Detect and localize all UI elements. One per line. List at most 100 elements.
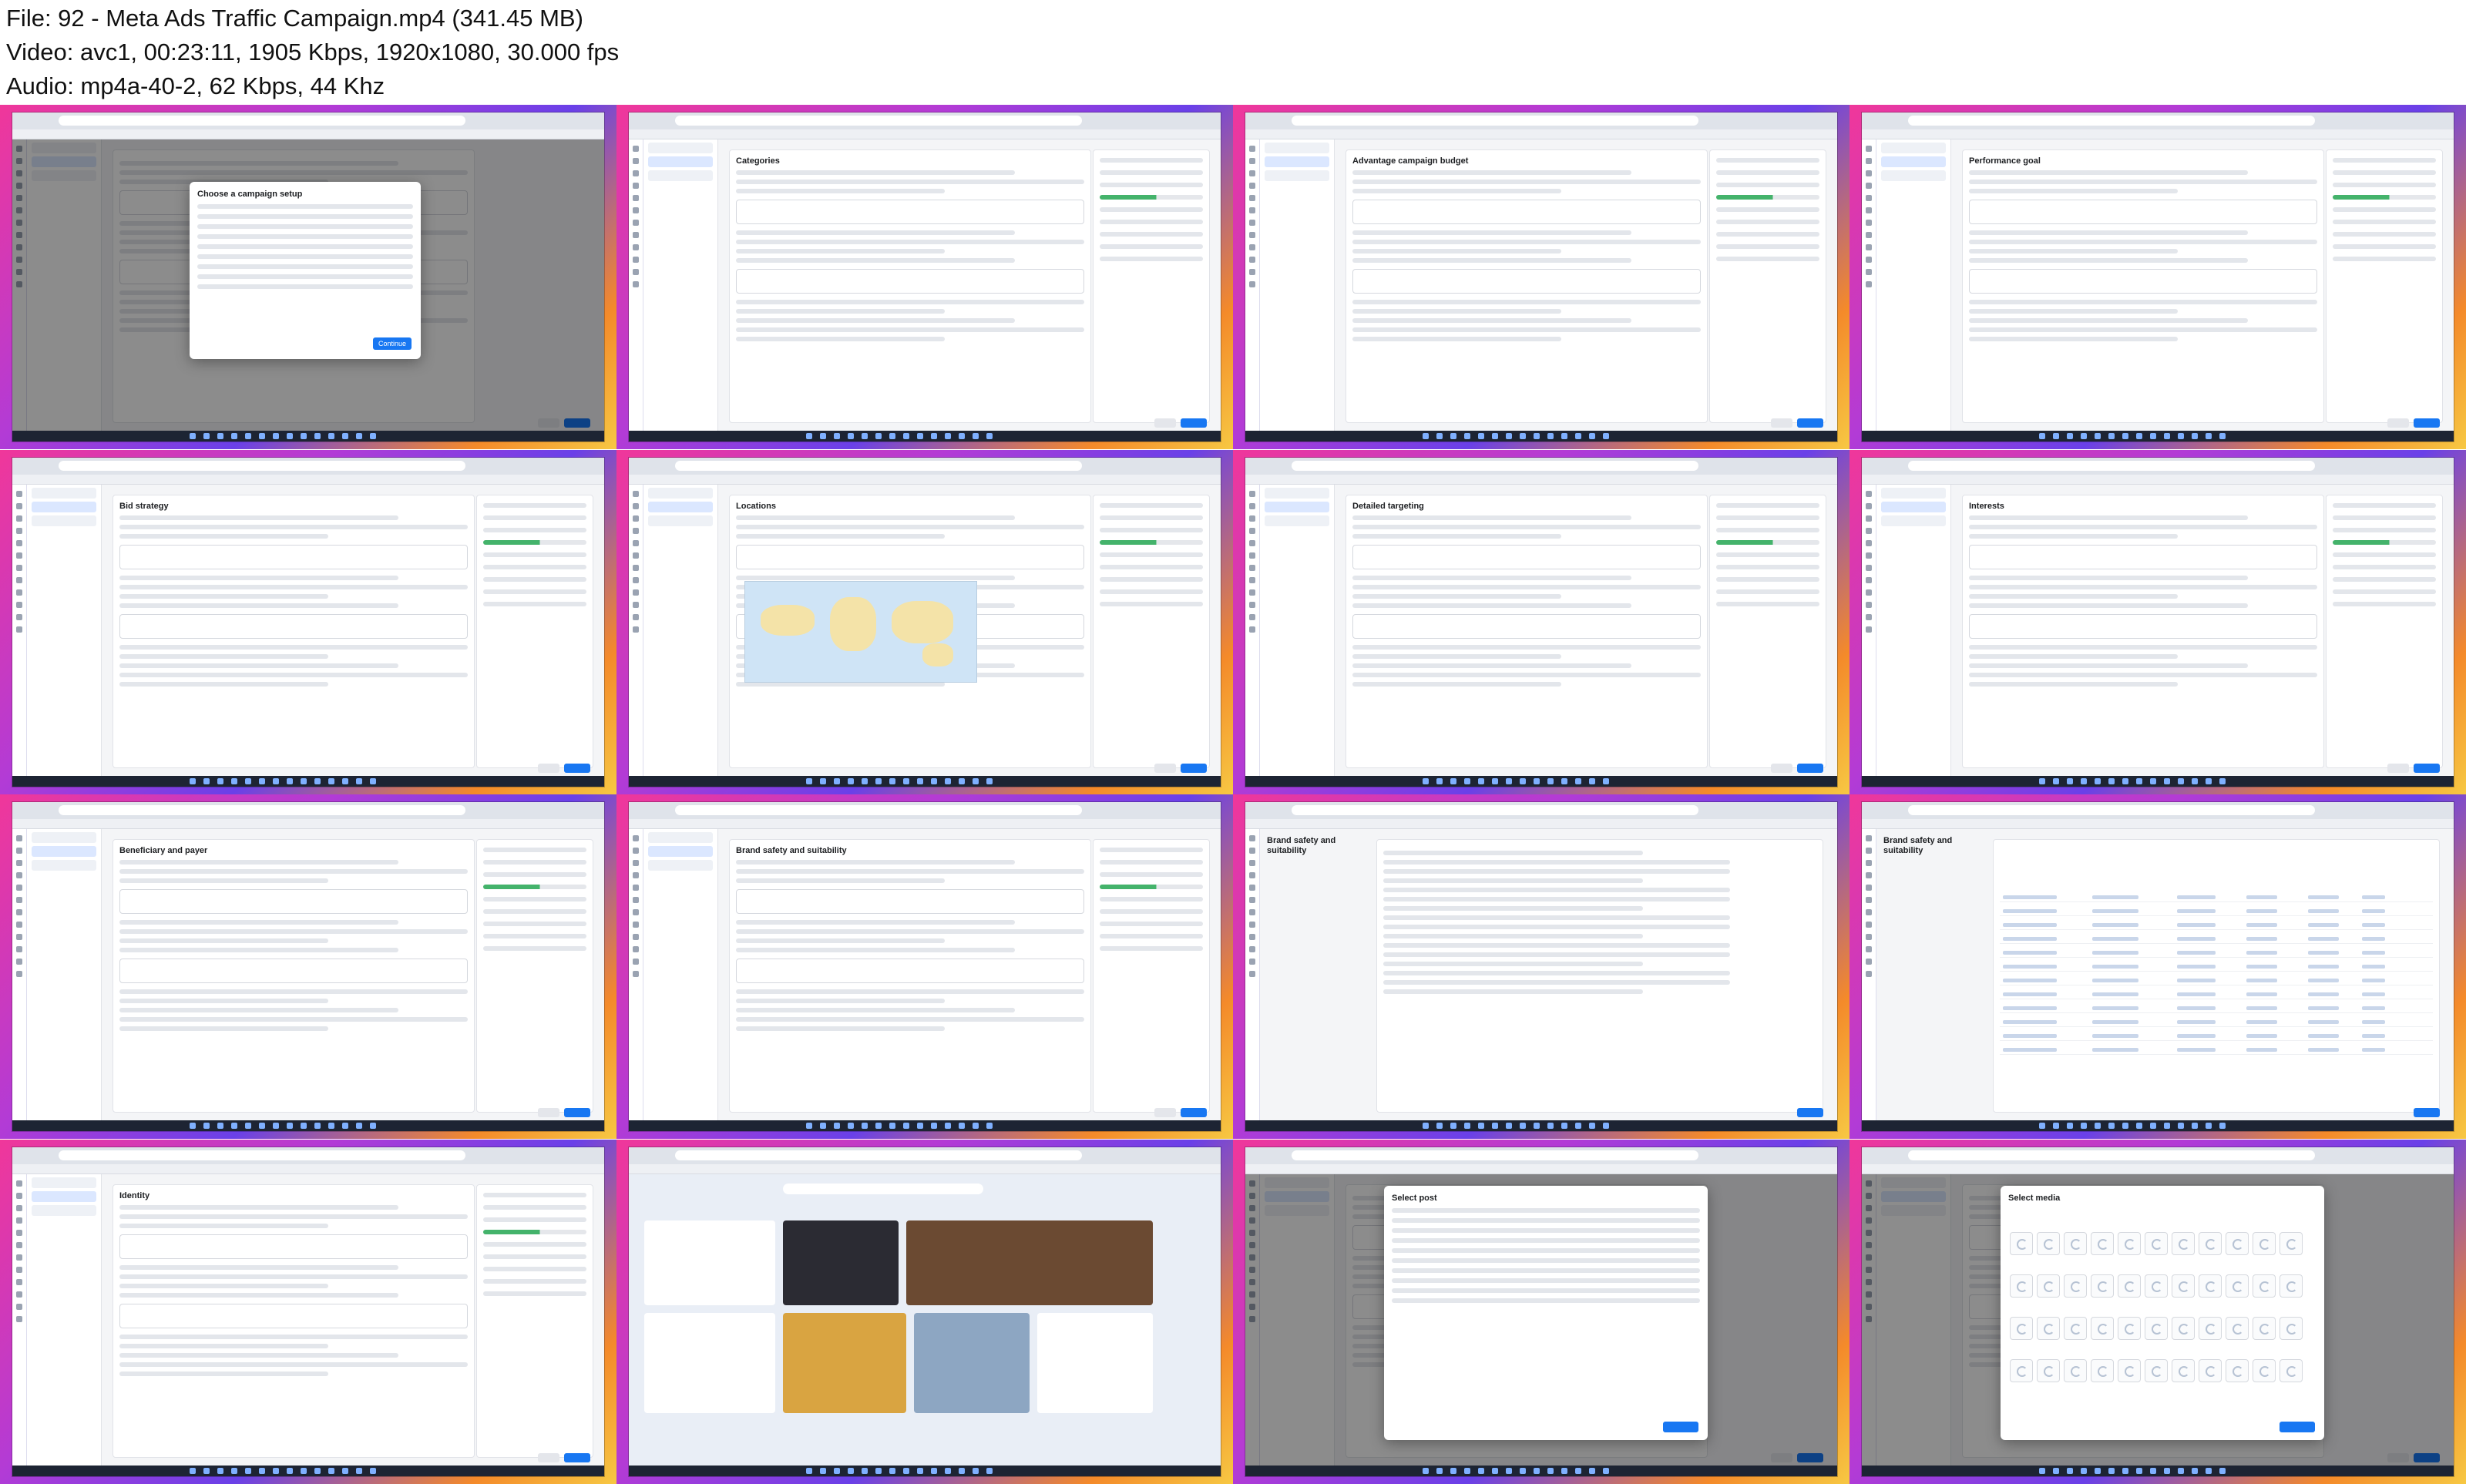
nav-icon[interactable] xyxy=(1249,220,1255,226)
nav-icon[interactable] xyxy=(16,515,22,522)
next-button[interactable] xyxy=(1797,418,1823,428)
taskbar-app-icon[interactable] xyxy=(2192,1123,2198,1129)
taskbar-app-icon[interactable] xyxy=(328,1467,334,1474)
next-button[interactable] xyxy=(564,1452,590,1462)
taskbar-app-icon[interactable] xyxy=(1589,1123,1595,1129)
taskbar-app-icon[interactable] xyxy=(875,1467,882,1474)
campaign-tree-item[interactable] xyxy=(648,832,713,843)
taskbar-app-icon[interactable] xyxy=(2219,777,2226,784)
search-bar[interactable] xyxy=(783,1183,983,1194)
taskbar-app-icon[interactable] xyxy=(2122,433,2128,439)
media-thumbnail[interactable] xyxy=(2010,1274,2033,1298)
taskbar-app-icon[interactable] xyxy=(1589,777,1595,784)
taskbar-app-icon[interactable] xyxy=(2219,433,2226,439)
back-button[interactable] xyxy=(1771,418,1792,428)
taskbar-app-icon[interactable] xyxy=(806,1467,812,1474)
taskbar-app-icon[interactable] xyxy=(1561,777,1567,784)
nav-icon[interactable] xyxy=(1866,146,1872,152)
taskbar-app-icon[interactable] xyxy=(875,777,882,784)
media-thumbnail[interactable] xyxy=(2145,1274,2168,1298)
campaign-tree-item[interactable] xyxy=(1881,156,1946,167)
nav-icon[interactable] xyxy=(16,576,22,583)
address-bar[interactable] xyxy=(675,805,1082,815)
media-thumbnail[interactable] xyxy=(2010,1358,2033,1382)
nav-icon[interactable] xyxy=(1249,269,1255,275)
nav-icon[interactable] xyxy=(1866,207,1872,213)
media-thumbnail[interactable] xyxy=(2145,1316,2168,1340)
nav-icon[interactable] xyxy=(1866,626,1872,633)
nav-icon[interactable] xyxy=(633,502,639,509)
taskbar-app-icon[interactable] xyxy=(2053,1123,2059,1129)
taskbar-app-icon[interactable] xyxy=(834,1123,840,1129)
taskbar-app-icon[interactable] xyxy=(986,777,993,784)
taskbar-app-icon[interactable] xyxy=(917,777,923,784)
nav-icon[interactable] xyxy=(633,885,639,891)
taskbar-app-icon[interactable] xyxy=(973,777,979,784)
address-bar[interactable] xyxy=(675,460,1082,471)
taskbar-app-icon[interactable] xyxy=(1423,1467,1429,1474)
form-field[interactable] xyxy=(1969,200,2317,224)
nav-icon[interactable] xyxy=(1866,946,1872,952)
taskbar-app-icon[interactable] xyxy=(1506,1123,1512,1129)
taskbar-app-icon[interactable] xyxy=(2039,1467,2045,1474)
nav-icon[interactable] xyxy=(16,1217,22,1224)
media-thumbnail[interactable] xyxy=(2010,1231,2033,1255)
media-thumbnail[interactable] xyxy=(2226,1316,2249,1340)
table-row[interactable] xyxy=(2000,908,2433,916)
taskbar-app-icon[interactable] xyxy=(2136,433,2142,439)
taskbar-app-icon[interactable] xyxy=(1547,1123,1554,1129)
taskbar-app-icon[interactable] xyxy=(259,777,265,784)
taskbar-app-icon[interactable] xyxy=(806,1123,812,1129)
nav-icon[interactable] xyxy=(1866,589,1872,596)
nav-icon[interactable] xyxy=(633,576,639,583)
form-field[interactable] xyxy=(119,544,468,569)
taskbar-app-icon[interactable] xyxy=(2192,777,2198,784)
nav-icon[interactable] xyxy=(633,195,639,201)
address-bar[interactable] xyxy=(1292,460,1698,471)
media-thumbnail[interactable] xyxy=(2064,1316,2087,1340)
taskbar-app-icon[interactable] xyxy=(1478,777,1484,784)
nav-icon[interactable] xyxy=(1249,527,1255,534)
campaign-tree-item[interactable] xyxy=(1881,143,1946,153)
nav-icon[interactable] xyxy=(633,515,639,522)
media-thumbnail[interactable] xyxy=(2172,1231,2195,1255)
nav-icon[interactable] xyxy=(633,269,639,275)
taskbar-app-icon[interactable] xyxy=(986,1467,993,1474)
taskbar-app-icon[interactable] xyxy=(2108,433,2115,439)
taskbar-app-icon[interactable] xyxy=(2108,777,2115,784)
nav-icon[interactable] xyxy=(633,146,639,152)
media-thumbnail[interactable] xyxy=(2064,1231,2087,1255)
taskbar-app-icon[interactable] xyxy=(1534,1123,1540,1129)
nav-icon[interactable] xyxy=(633,281,639,287)
taskbar-app-icon[interactable] xyxy=(820,1123,826,1129)
taskbar-app-icon[interactable] xyxy=(314,1123,321,1129)
form-field[interactable] xyxy=(119,1303,468,1328)
taskbar-app-icon[interactable] xyxy=(2206,433,2212,439)
taskbar-app-icon[interactable] xyxy=(2081,1123,2087,1129)
nav-icon[interactable] xyxy=(633,922,639,928)
nav-icon[interactable] xyxy=(1866,934,1872,940)
media-thumbnail[interactable] xyxy=(2118,1358,2141,1382)
taskbar-app-icon[interactable] xyxy=(1575,1123,1581,1129)
taskbar-app-icon[interactable] xyxy=(231,777,237,784)
taskbar-app-icon[interactable] xyxy=(190,1123,196,1129)
taskbar-app-icon[interactable] xyxy=(903,777,909,784)
media-thumbnail[interactable] xyxy=(2037,1316,2060,1340)
form-field[interactable] xyxy=(736,544,1084,569)
taskbar-app-icon[interactable] xyxy=(903,1123,909,1129)
taskbar-app-icon[interactable] xyxy=(862,1467,868,1474)
nav-icon[interactable] xyxy=(16,626,22,633)
form-field[interactable] xyxy=(736,269,1084,294)
campaign-tree-item[interactable] xyxy=(648,143,713,153)
nav-icon[interactable] xyxy=(16,1291,22,1298)
taskbar-app-icon[interactable] xyxy=(1478,1467,1484,1474)
nav-icon[interactable] xyxy=(1866,170,1872,176)
nav-icon[interactable] xyxy=(1249,922,1255,928)
address-bar[interactable] xyxy=(675,1150,1082,1160)
nav-icon[interactable] xyxy=(16,946,22,952)
nav-icon[interactable] xyxy=(633,220,639,226)
nav-icon[interactable] xyxy=(1866,515,1872,522)
media-thumbnail[interactable] xyxy=(2172,1358,2195,1382)
media-thumbnail[interactable] xyxy=(2010,1316,2033,1340)
media-thumbnail[interactable] xyxy=(2037,1358,2060,1382)
